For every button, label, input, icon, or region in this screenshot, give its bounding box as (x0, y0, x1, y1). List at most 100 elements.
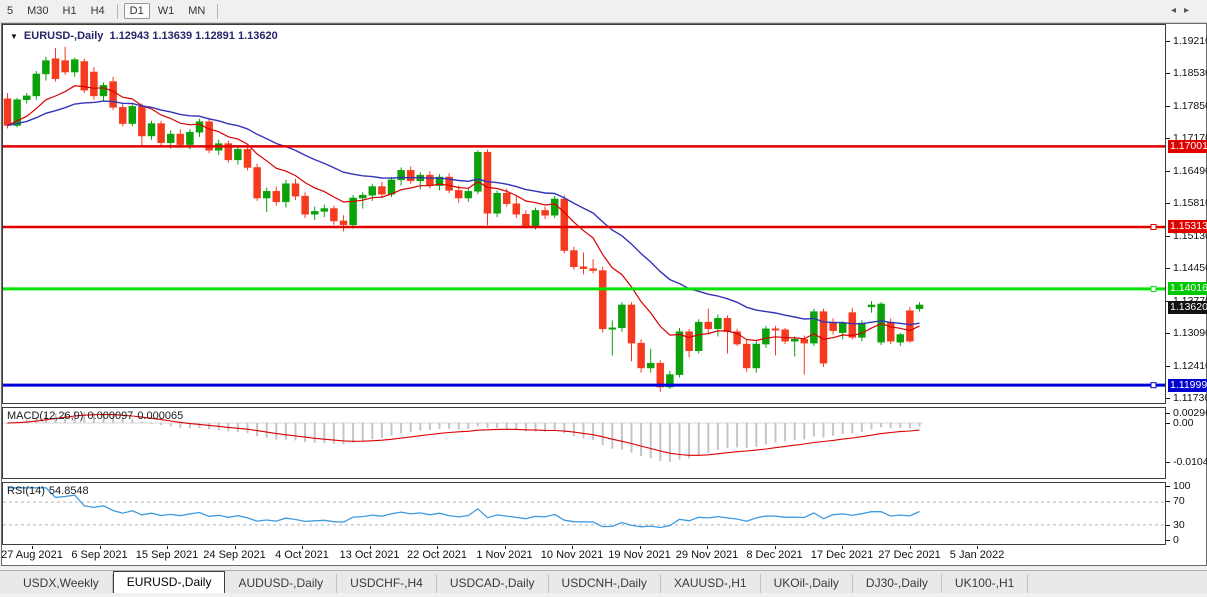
timeframe-button-w1[interactable]: W1 (152, 3, 181, 19)
price-axis-label: 1.13090 (1173, 327, 1207, 340)
chart-window: ▼ EURUSD-,Daily 1.12943 1.13639 1.12891 1… (1, 23, 1207, 566)
price-tag-1.11999: 1.11999 (1168, 378, 1207, 392)
chart-tabs-bar: USDX,Weekly EURUSD-,Daily AUDUSD-,Daily USD… (0, 570, 1207, 593)
price-axis-tick (1166, 73, 1170, 75)
time-axis-label: 19 Nov 2021 (608, 549, 671, 561)
toolbar-separator (116, 3, 118, 19)
tab-xauusd-h1[interactable]: XAUUSD-,H1 (661, 574, 761, 593)
rsi-line (7, 487, 920, 529)
macd-signal-value: 0.000065 (137, 410, 184, 422)
time-axis-label: 13 Oct 2021 (339, 549, 400, 561)
macd-name: MACD(12,26,9) (7, 410, 84, 422)
rsi-name: RSI(14) (7, 485, 45, 497)
time-axis-label: 24 Sep 2021 (203, 549, 266, 561)
price-axis-tick (1166, 203, 1170, 205)
price-axis-label: 1.14450 (1173, 262, 1207, 275)
price-axis-label: 1.19210 (1173, 35, 1207, 47)
timeframe-button-h1[interactable]: H1 (57, 3, 83, 19)
chart-symbol-label: EURUSD-,Daily (23, 30, 104, 42)
toolbar-separator (217, 3, 219, 19)
tab-usdcnh-daily[interactable]: USDCNH-,Daily (549, 574, 661, 593)
rsi-label: RSI(14) 54.8548 (7, 485, 93, 497)
price-axis-label: 1.18530 (1173, 67, 1207, 80)
candles-layer (3, 46, 924, 392)
mt4-window: 5 M30 H1 H4 D1 W1 MN ▼ EURUSD-,Daily 1.12943 1.… (0, 0, 1207, 597)
tab-usdx-weekly[interactable]: USDX,Weekly (10, 574, 113, 593)
macd-value: 0.000097 (87, 410, 134, 422)
tab-scroll-right-icon[interactable]: ▸ (1184, 5, 1197, 16)
rsi-canvas[interactable] (3, 483, 1165, 544)
timeframe-button-h4[interactable]: H4 (85, 3, 111, 19)
macd-axis-label: 0.00 (1173, 417, 1194, 429)
chart-dropdown-icon[interactable]: ▼ (10, 32, 18, 41)
time-axis-label: 22 Oct 2021 (407, 549, 467, 561)
time-axis-label: 10 Nov 2021 (540, 549, 604, 561)
timeframe-button-m30[interactable]: M30 (21, 3, 54, 19)
timeframe-button-mn[interactable]: MN (182, 3, 211, 19)
price-tag-1.14016: 1.14016 (1168, 282, 1207, 296)
tab-usdchf-h4[interactable]: USDCHF-,H4 (337, 574, 437, 593)
hline-handle-1.11999[interactable] (1150, 382, 1157, 389)
rsi-axis-tick (1166, 540, 1170, 541)
status-strip (0, 593, 1207, 597)
macd-axis-tick (1166, 413, 1170, 414)
price-axis-label: 1.11730 (1173, 392, 1207, 404)
price-axis-tick (1166, 235, 1170, 237)
price-chart-canvas[interactable] (3, 25, 1165, 403)
price-axis-tick (1166, 365, 1170, 367)
price-axis-tick (1166, 41, 1170, 42)
macd-axis-tick (1166, 423, 1170, 424)
macd-pane: MACD(12,26,9) 0.000097 0.000065 (2, 407, 1166, 479)
price-axis-label: 1.12410 (1173, 359, 1207, 372)
rsi-axis-tick (1166, 501, 1170, 502)
time-axis-label: 29 Nov 2021 (675, 549, 739, 561)
tab-eurusd-daily[interactable]: EURUSD-,Daily (112, 571, 226, 593)
price-axis-tick (1166, 105, 1170, 107)
tab-usdcad-daily[interactable]: USDCAD-,Daily (437, 574, 549, 593)
tab-audusd-daily[interactable]: AUDUSD-,Daily (225, 574, 338, 593)
hline-handle-1.14016[interactable] (1150, 285, 1157, 292)
time-axis-label: 27 Dec 2021 (878, 549, 941, 561)
timeframe-button-5[interactable]: 5 (1, 3, 19, 19)
tab-ukoil-daily[interactable]: UKOil-,Daily (761, 574, 853, 593)
macd-label: MACD(12,26,9) 0.000097 0.000065 (7, 410, 187, 422)
price-axis-tick (1166, 333, 1170, 335)
rsi-axis-label: 0 (1173, 534, 1179, 546)
macd-axis-tick (1166, 462, 1170, 463)
rsi-pane: RSI(14) 54.8548 (2, 482, 1166, 545)
rsi-value: 54.8548 (48, 485, 89, 497)
time-axis-label: 8 Dec 2021 (746, 549, 803, 561)
chart-ohlc-values: 1.12943 1.13639 1.12891 1.13620 (109, 30, 278, 42)
rsi-axis-label: 30 (1173, 519, 1185, 531)
price-tag-1.15313: 1.15313 (1168, 220, 1207, 234)
rsi-axis-tick (1166, 525, 1170, 526)
time-axis-label: 17 Dec 2021 (810, 549, 874, 561)
price-tag-1.13620: 1.13620 (1168, 301, 1207, 315)
rsi-axis-tick (1166, 486, 1170, 487)
macd-axis-label: -0.010422 (1173, 456, 1207, 468)
tab-dj30-daily[interactable]: DJ30-,Daily (853, 574, 942, 593)
chart-title: ▼ EURUSD-,Daily 1.12943 1.13639 1.12891 1… (10, 30, 278, 42)
hline-handle-1.15313[interactable] (1150, 223, 1157, 230)
rsi-axis-label: 100 (1173, 480, 1191, 492)
price-tag-1.17001: 1.17001 (1168, 139, 1207, 153)
time-axis-label: 4 Oct 2021 (275, 549, 329, 561)
price-axis-label: 1.17850 (1173, 99, 1207, 112)
timeframe-toolbar: 5 M30 H1 H4 D1 W1 MN (0, 0, 1207, 23)
tab-scroll-left-icon[interactable]: ◂ (1171, 5, 1184, 16)
time-axis-label: 15 Sep 2021 (135, 549, 199, 561)
time-axis-label: 1 Nov 2021 (476, 549, 533, 561)
tab-uk100-h1[interactable]: UK100-,H1 (942, 574, 1029, 593)
price-axis-tick (1166, 268, 1170, 270)
timeframe-button-d1[interactable]: D1 (123, 3, 150, 19)
price-axis-label: 1.15810 (1173, 197, 1207, 210)
price-axis[interactable]: 1.192101.185301.178501.171701.164901.158… (1166, 24, 1207, 546)
rsi-axis-label: 70 (1173, 495, 1185, 507)
time-axis-label: 27 Aug 2021 (1, 549, 63, 561)
price-axis-tick (1166, 170, 1170, 172)
time-axis-label: 6 Sep 2021 (71, 549, 128, 561)
tab-scroll-arrows: ◂▸ (1171, 5, 1197, 16)
price-axis-label: 1.16490 (1173, 164, 1207, 177)
time-axis[interactable]: 27 Aug 2021 6 Sep 2021 15 Sep 2021 24 Sep 2… (1, 546, 1204, 563)
price-axis-tick (1166, 398, 1170, 399)
